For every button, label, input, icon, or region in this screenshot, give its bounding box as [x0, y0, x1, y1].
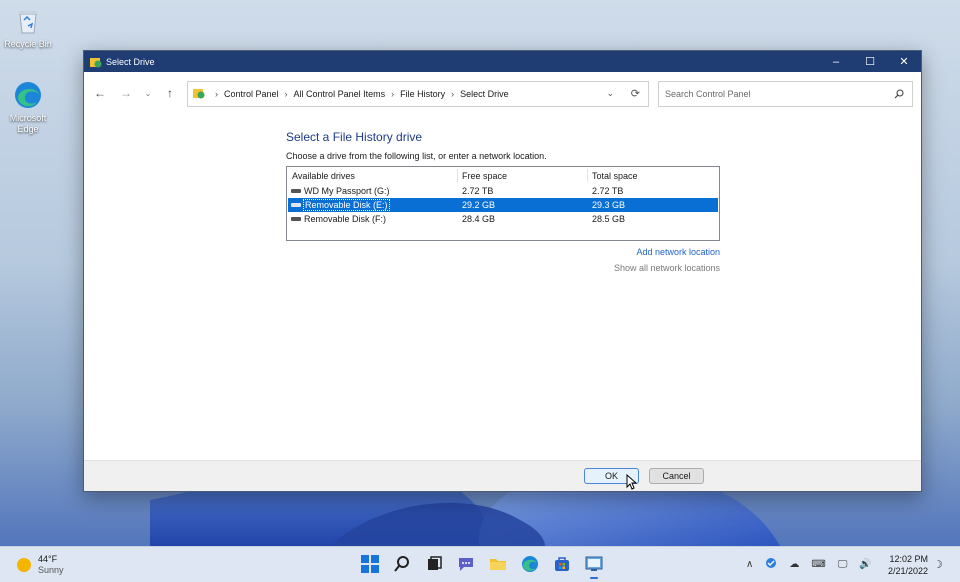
- up-arrow-icon[interactable]: ↑: [162, 85, 178, 101]
- drive-name-cell: Removable Disk (E:): [291, 199, 390, 211]
- drive-name: Removable Disk (F:): [304, 214, 387, 224]
- drive-icon: [291, 217, 301, 221]
- forward-arrow-icon[interactable]: →: [118, 85, 134, 101]
- clock-date: 2/21/2022: [887, 566, 928, 576]
- drive-total-space: 2.72 TB: [592, 186, 624, 196]
- breadcrumb-separator-icon: ›: [215, 89, 218, 99]
- select-drive-window: Select Drive – ☐ ✕ ← → ⌄ ↑ › Control Pan…: [83, 50, 922, 492]
- file-explorer-icon[interactable]: [487, 553, 509, 575]
- weather-widget[interactable]: 44°F Sunny: [17, 554, 64, 576]
- breadcrumb-separator-icon: ›: [391, 89, 395, 99]
- edge-icon[interactable]: [519, 553, 541, 575]
- drive-icon: [291, 203, 301, 207]
- breadcrumb-file-history[interactable]: File History: [400, 89, 445, 99]
- drive-total-space: 28.5 GB: [592, 214, 626, 224]
- search-icon[interactable]: [894, 89, 904, 99]
- breadcrumb-separator-icon: ›: [284, 89, 288, 99]
- drive-list[interactable]: Available drives Free space Total space …: [286, 166, 720, 241]
- address-bar[interactable]: › Control Panel › All Control Panel Item…: [187, 81, 649, 107]
- weather-condition: Sunny: [38, 565, 64, 575]
- file-history-icon: [90, 57, 102, 67]
- breadcrumb-all-items[interactable]: All Control Panel Items: [294, 89, 386, 99]
- store-icon[interactable]: [551, 553, 573, 575]
- instruction-text: Choose a drive from the following list, …: [286, 151, 547, 161]
- volume-icon[interactable]: 🔊: [859, 559, 871, 570]
- minimize-button[interactable]: –: [819, 51, 853, 72]
- show-hidden-icons-chevron-icon[interactable]: ∧: [746, 559, 753, 570]
- refresh-icon[interactable]: ⟳: [631, 87, 640, 100]
- page-title: Select a File History drive: [286, 130, 423, 144]
- system-clock[interactable]: 12:02 PM 2/21/2022: [884, 553, 928, 577]
- breadcrumb-separator-icon: ›: [451, 89, 455, 99]
- drive-name-cell: Removable Disk (F:): [291, 214, 386, 224]
- main-content: Select a File History drive Choose a dri…: [84, 115, 921, 460]
- column-divider[interactable]: [457, 169, 458, 182]
- drive-row[interactable]: WD My Passport (G:) 2.72 TB 2.72 TB: [288, 184, 718, 198]
- defender-icon[interactable]: [765, 557, 777, 572]
- column-header-free-space[interactable]: Free space: [462, 171, 507, 181]
- window-title: Select Drive: [106, 56, 155, 67]
- breadcrumb-select-drive[interactable]: Select Drive: [460, 89, 509, 99]
- drive-list-header: Available drives Free space Total space: [287, 167, 719, 184]
- start-icon[interactable]: [359, 553, 381, 575]
- chat-icon[interactable]: [455, 553, 477, 575]
- drive-free-space: 2.72 TB: [462, 186, 494, 196]
- column-header-total-space[interactable]: Total space: [592, 171, 638, 181]
- weather-temperature: 44°F: [38, 554, 58, 564]
- recent-chevron-down-icon[interactable]: ⌄: [140, 85, 156, 101]
- search-icon[interactable]: [391, 553, 413, 575]
- maximize-button[interactable]: ☐: [853, 51, 887, 72]
- search-box[interactable]: [658, 81, 913, 107]
- taskbar-apps: [354, 553, 610, 579]
- drive-name-cell: WD My Passport (G:): [291, 186, 390, 196]
- search-input[interactable]: [665, 89, 875, 99]
- close-button[interactable]: ✕: [887, 51, 921, 72]
- drive-total-space: 29.3 GB: [592, 200, 626, 210]
- desktop-icon-recycle-bin[interactable]: Recycle Bin: [0, 6, 56, 50]
- edge-icon: [13, 80, 43, 110]
- drive-icon: [291, 189, 301, 193]
- drive-row-selected[interactable]: Removable Disk (E:) 29.2 GB 29.3 GB: [288, 198, 718, 212]
- system-tray: ∧ ☁ ⌨ 🖵 🔊: [740, 557, 878, 572]
- show-all-network-locations-link[interactable]: Show all network locations: [614, 263, 720, 273]
- mouse-pointer-icon: [626, 474, 638, 490]
- sun-icon: [17, 558, 31, 572]
- column-divider[interactable]: [587, 169, 588, 182]
- breadcrumb-control-panel[interactable]: Control Panel: [224, 89, 279, 99]
- dialog-footer: OK Cancel: [84, 460, 921, 491]
- desktop-icon-label: Microsoft Edge: [9, 113, 47, 134]
- navigation-bar: ← → ⌄ ↑ › Control Panel › All Control Pa…: [84, 72, 921, 115]
- taskbar: 44°F Sunny ∧ ☁ ⌨ 🖵 🔊 12:02 PM 2/21/2022 …: [0, 546, 960, 582]
- back-arrow-icon[interactable]: ←: [92, 85, 108, 101]
- address-dropdown-chevron-icon[interactable]: ⌄: [606, 88, 614, 99]
- recycle-bin-icon: [13, 6, 43, 36]
- control-panel-icon: [193, 89, 205, 99]
- desktop-icon-edge[interactable]: Microsoft Edge: [0, 80, 56, 135]
- drive-name: WD My Passport (G:): [304, 186, 390, 196]
- desktop-icon-label: Recycle Bin: [4, 39, 52, 49]
- column-header-available-drives[interactable]: Available drives: [292, 171, 355, 181]
- notification-moon-icon[interactable]: ☽: [933, 558, 943, 571]
- clock-time: 12:02 PM: [889, 554, 928, 564]
- add-network-location-link[interactable]: Add network location: [636, 247, 720, 257]
- network-icon[interactable]: 🖵: [838, 559, 848, 570]
- title-bar[interactable]: Select Drive – ☐ ✕: [84, 51, 921, 72]
- keyboard-icon[interactable]: ⌨: [811, 559, 825, 570]
- onedrive-icon[interactable]: ☁: [789, 559, 799, 570]
- control-panel-taskbar-icon[interactable]: [583, 553, 605, 579]
- drive-free-space: 28.4 GB: [462, 214, 496, 224]
- cancel-button[interactable]: Cancel: [649, 468, 704, 484]
- task-view-icon[interactable]: [423, 553, 445, 575]
- drive-name: Removable Disk (E:): [303, 199, 390, 211]
- drive-free-space: 29.2 GB: [462, 200, 496, 210]
- drive-row[interactable]: Removable Disk (F:) 28.4 GB 28.5 GB: [288, 212, 718, 226]
